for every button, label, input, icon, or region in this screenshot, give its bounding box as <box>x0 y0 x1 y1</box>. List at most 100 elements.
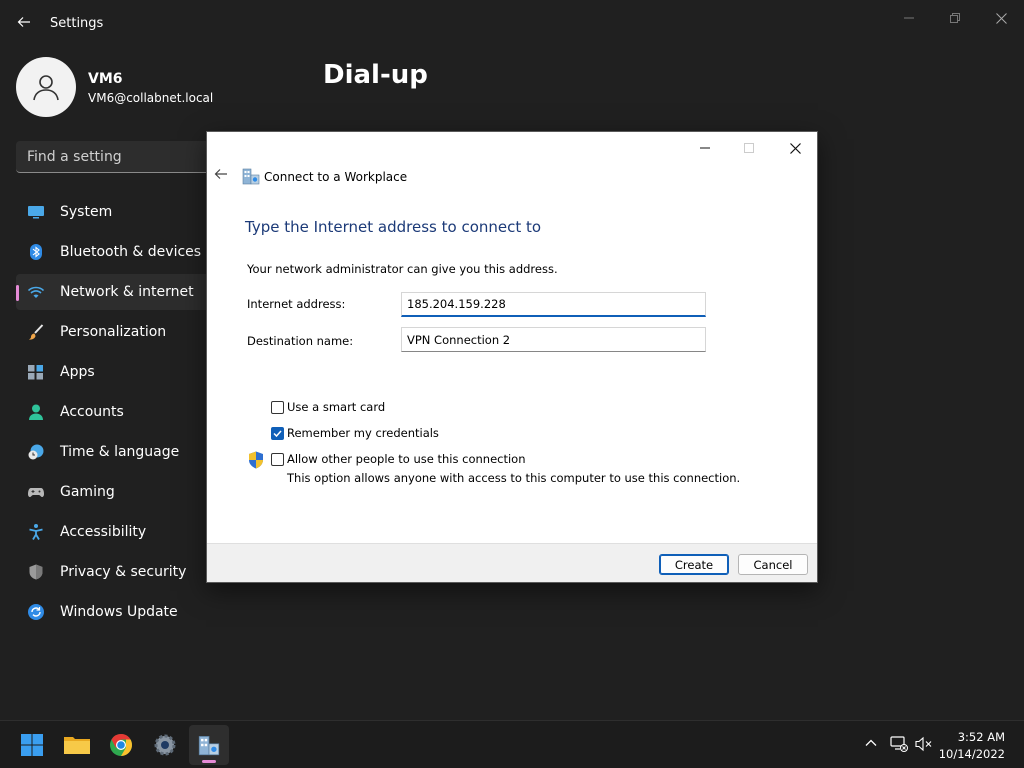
apps-icon <box>28 365 43 380</box>
remember-credentials-checkbox[interactable] <box>271 427 284 440</box>
taskbar-file-explorer[interactable] <box>57 725 97 765</box>
sidebar-item-personalization[interactable]: Personalization <box>16 314 216 350</box>
dialog-maximize-button[interactable] <box>729 136 769 160</box>
tray-overflow-button[interactable] <box>862 736 880 754</box>
dialog-app-title: Connect to a Workplace <box>264 170 408 184</box>
sidebar-item-label: System <box>60 204 113 220</box>
gamepad-icon <box>28 488 44 497</box>
allow-others-label[interactable]: Allow other people to use this connectio… <box>287 452 526 466</box>
sidebar-nav: System Bluetooth & devices Network & int… <box>16 194 216 634</box>
connect-workplace-dialog: Connect to a Workplace Type the Internet… <box>206 131 818 583</box>
brush-icon <box>29 324 44 340</box>
windows-start-icon <box>21 734 43 756</box>
sidebar-item-label: Privacy & security <box>60 564 187 580</box>
maximize-icon <box>744 143 754 153</box>
taskbar-settings[interactable] <box>145 725 185 765</box>
remember-credentials-label[interactable]: Remember my credentials <box>287 426 439 440</box>
create-button[interactable]: Create <box>659 554 729 575</box>
dialog-close-button[interactable] <box>775 136 815 160</box>
minimize-button[interactable] <box>889 6 929 30</box>
dialog-footer: Create Cancel <box>207 543 817 582</box>
dialog-back-button[interactable] <box>214 168 232 184</box>
sidebar-item-label: Windows Update <box>60 604 178 620</box>
update-icon <box>28 604 44 620</box>
allow-others-hint: This option allows anyone with access to… <box>287 471 741 485</box>
folder-icon <box>64 737 90 754</box>
page-title: Dial-up <box>323 60 428 90</box>
bluetooth-icon <box>30 244 42 260</box>
minimize-icon <box>700 147 710 149</box>
taskbar-clock-time[interactable]: 3:52 AM <box>958 730 1005 744</box>
internet-address-input[interactable] <box>402 293 705 315</box>
title-bar: Settings <box>0 0 1024 48</box>
avatar[interactable] <box>16 57 76 117</box>
accessibility-icon <box>29 524 43 540</box>
destination-name-field[interactable] <box>401 327 706 352</box>
smart-card-checkbox[interactable] <box>271 401 284 414</box>
search-input[interactable] <box>16 141 216 172</box>
sidebar-item-time-language[interactable]: Time & language <box>16 434 216 470</box>
cancel-button[interactable]: Cancel <box>738 554 808 575</box>
arrow-left-icon <box>214 169 227 179</box>
back-button[interactable] <box>14 14 34 34</box>
arrow-left-icon <box>17 17 30 27</box>
tray-network-button[interactable] <box>890 736 908 754</box>
sidebar-item-accounts[interactable]: Accounts <box>16 394 216 430</box>
sidebar-item-apps[interactable]: Apps <box>16 354 216 390</box>
sidebar-item-label: Time & language <box>60 444 180 460</box>
sidebar-item-label: Network & internet <box>60 284 194 300</box>
taskbar-chrome[interactable] <box>101 725 141 765</box>
start-button[interactable] <box>12 725 52 765</box>
sidebar-item-system[interactable]: System <box>16 194 216 230</box>
shield-icon <box>29 564 43 580</box>
smart-card-label[interactable]: Use a smart card <box>287 400 385 414</box>
dialog-description: Your network administrator can give you … <box>247 262 558 276</box>
sidebar-item-label: Accessibility <box>60 524 147 540</box>
taskbar-connect-workplace[interactable] <box>189 725 229 765</box>
workplace-icon <box>242 168 260 185</box>
internet-address-label: Internet address: <box>247 297 346 311</box>
close-icon <box>789 142 801 154</box>
destination-name-label: Destination name: <box>247 334 354 348</box>
sidebar-item-windows-update[interactable]: Windows Update <box>16 594 216 630</box>
maximize-button[interactable] <box>935 6 975 30</box>
taskbar: 3:52 AM 10/14/2022 <box>0 720 1024 768</box>
workplace-icon <box>198 736 220 756</box>
sidebar-item-label: Personalization <box>60 324 167 340</box>
chevron-up-icon <box>865 739 877 746</box>
checkmark-icon <box>273 430 282 438</box>
search-box[interactable] <box>16 141 216 173</box>
minimize-icon <box>904 17 914 19</box>
sidebar-item-accessibility[interactable]: Accessibility <box>16 514 216 550</box>
person-icon <box>29 404 43 420</box>
sidebar-item-bluetooth[interactable]: Bluetooth & devices <box>16 234 216 270</box>
close-icon <box>995 12 1007 24</box>
gear-icon <box>154 734 176 756</box>
sidebar-item-network[interactable]: Network & internet <box>16 274 216 310</box>
user-email: VM6@collabnet.local <box>88 91 214 105</box>
internet-address-field[interactable] <box>401 292 706 317</box>
chrome-icon <box>110 734 132 756</box>
sidebar-item-label: Bluetooth & devices <box>60 244 202 260</box>
allow-others-checkbox[interactable] <box>271 453 284 466</box>
dialog-heading: Type the Internet address to connect to <box>245 218 542 236</box>
destination-name-input[interactable] <box>402 328 705 351</box>
user-name: VM6 <box>88 71 123 87</box>
user-icon <box>33 75 59 101</box>
monitor-icon <box>28 206 44 219</box>
close-button[interactable] <box>981 6 1021 30</box>
tray-volume-button[interactable] <box>915 736 933 754</box>
sidebar-item-label: Apps <box>60 364 95 380</box>
sidebar-item-label: Gaming <box>60 484 115 500</box>
sidebar-item-privacy-security[interactable]: Privacy & security <box>16 554 216 590</box>
sidebar-item-label: Accounts <box>60 404 124 420</box>
wifi-icon <box>28 286 44 298</box>
uac-shield-icon <box>249 451 263 469</box>
app-title: Settings <box>50 16 104 31</box>
dialog-minimize-button[interactable] <box>685 136 725 160</box>
restore-icon <box>950 13 960 23</box>
taskbar-clock-date[interactable]: 10/14/2022 <box>939 747 1005 761</box>
volume-muted-icon <box>915 736 932 752</box>
sidebar-item-gaming[interactable]: Gaming <box>16 474 216 510</box>
clock-globe-icon <box>28 444 44 460</box>
